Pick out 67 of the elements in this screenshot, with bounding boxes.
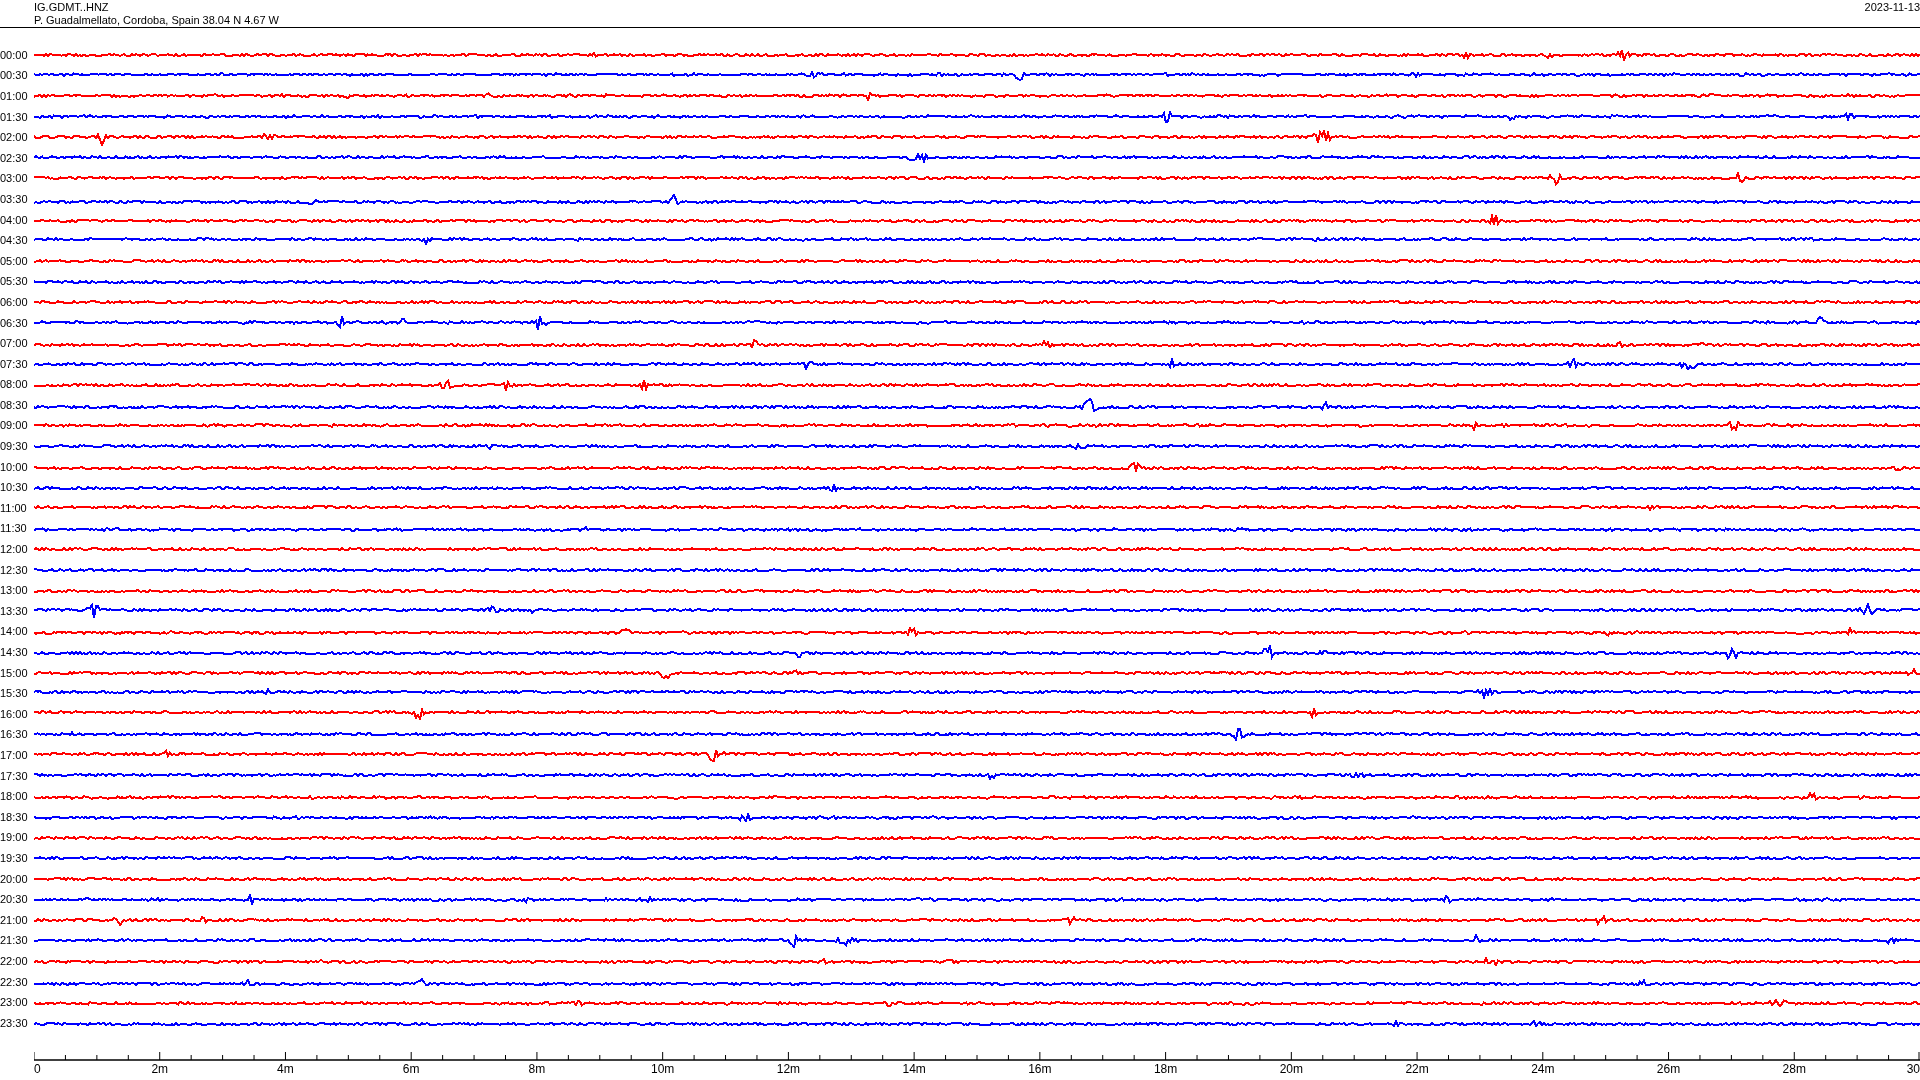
time-label: 01:00 bbox=[0, 91, 29, 102]
time-label: 07:30 bbox=[0, 358, 29, 370]
time-label: 14:00 bbox=[0, 626, 29, 638]
axis-label: 28m bbox=[1782, 1062, 1806, 1075]
time-label: 20:00 bbox=[0, 873, 29, 885]
axis-label: 20m bbox=[1279, 1062, 1303, 1075]
time-label: 19:30 bbox=[0, 852, 29, 864]
time-label: 12:30 bbox=[0, 564, 29, 576]
station-code: IG.GDMT..HNZ bbox=[34, 1, 110, 14]
time-label: 08:00 bbox=[0, 379, 29, 391]
axis-label: 14m bbox=[902, 1062, 926, 1075]
time-label: 22:30 bbox=[0, 976, 29, 988]
time-label: 11:00 bbox=[0, 502, 28, 514]
time-label: 16:00 bbox=[0, 708, 29, 720]
axis-label: 10m bbox=[651, 1062, 675, 1075]
time-label: 21:00 bbox=[0, 914, 29, 926]
time-label: 06:00 bbox=[0, 296, 29, 308]
axis-label: 0 bbox=[34, 1062, 41, 1075]
axis-label: 2m bbox=[151, 1062, 169, 1075]
time-label: 02:30 bbox=[0, 152, 29, 164]
time-label: 03:00 bbox=[0, 173, 29, 185]
axis-label: 4m bbox=[277, 1062, 294, 1075]
time-label: 15:00 bbox=[0, 667, 29, 679]
time-label: 04:00 bbox=[0, 214, 29, 226]
time-label: 00:30 bbox=[0, 70, 29, 82]
time-label: 08:30 bbox=[0, 399, 29, 411]
time-label: 00:00 bbox=[0, 49, 29, 61]
axis-label: 26m bbox=[1656, 1062, 1681, 1075]
axis-label: 22m bbox=[1405, 1062, 1429, 1075]
plot-date: 2023-11-13 bbox=[1864, 1, 1920, 15]
time-label: 14:30 bbox=[0, 647, 29, 658]
time-label: 13:00 bbox=[0, 585, 29, 597]
time-label: 22:00 bbox=[0, 955, 29, 967]
time-label: 10:00 bbox=[0, 461, 29, 473]
time-label: 10:30 bbox=[0, 482, 29, 494]
axis-label: 24m bbox=[1531, 1062, 1555, 1075]
time-label: 12:00 bbox=[0, 544, 29, 556]
time-label: 20:30 bbox=[0, 894, 29, 906]
time-label: 09:30 bbox=[0, 441, 29, 453]
time-label: 06:30 bbox=[0, 317, 29, 329]
time-label: 01:30 bbox=[0, 111, 29, 123]
time-label: 18:00 bbox=[0, 791, 29, 803]
axis-label: 18m bbox=[1153, 1062, 1178, 1075]
axis-label: 8m bbox=[528, 1062, 546, 1075]
time-label: 15:30 bbox=[0, 688, 29, 700]
axis-label: 16m bbox=[1028, 1062, 1052, 1075]
time-label: 23:30 bbox=[0, 1017, 29, 1029]
time-label: 17:00 bbox=[0, 750, 29, 761]
axis-label: 6m bbox=[402, 1062, 420, 1075]
time-label: 21:30 bbox=[0, 935, 29, 947]
time-label: 09:00 bbox=[0, 420, 29, 432]
time-label: 02:00 bbox=[0, 132, 29, 144]
time-label: 07:00 bbox=[0, 338, 29, 350]
time-label: 04:30 bbox=[0, 235, 29, 247]
station-location: P. Guadalmellato, Cordoba, Spain 38.04 N 4.67 W bbox=[34, 14, 279, 27]
time-label: 03:30 bbox=[0, 193, 29, 205]
axis-label: 30 bbox=[1906, 1062, 1920, 1075]
time-label: 11:30 bbox=[0, 523, 28, 535]
time-label: 23:00 bbox=[0, 997, 29, 1009]
time-label: 16:30 bbox=[0, 729, 29, 741]
time-label: 05:30 bbox=[0, 276, 29, 288]
time-label: 05:00 bbox=[0, 255, 29, 267]
time-label: 13:30 bbox=[0, 605, 29, 617]
time-label: 17:30 bbox=[0, 770, 29, 782]
time-label: 18:30 bbox=[0, 811, 29, 823]
time-label: 19:00 bbox=[0, 832, 29, 844]
axis-label: 12m bbox=[776, 1062, 801, 1075]
